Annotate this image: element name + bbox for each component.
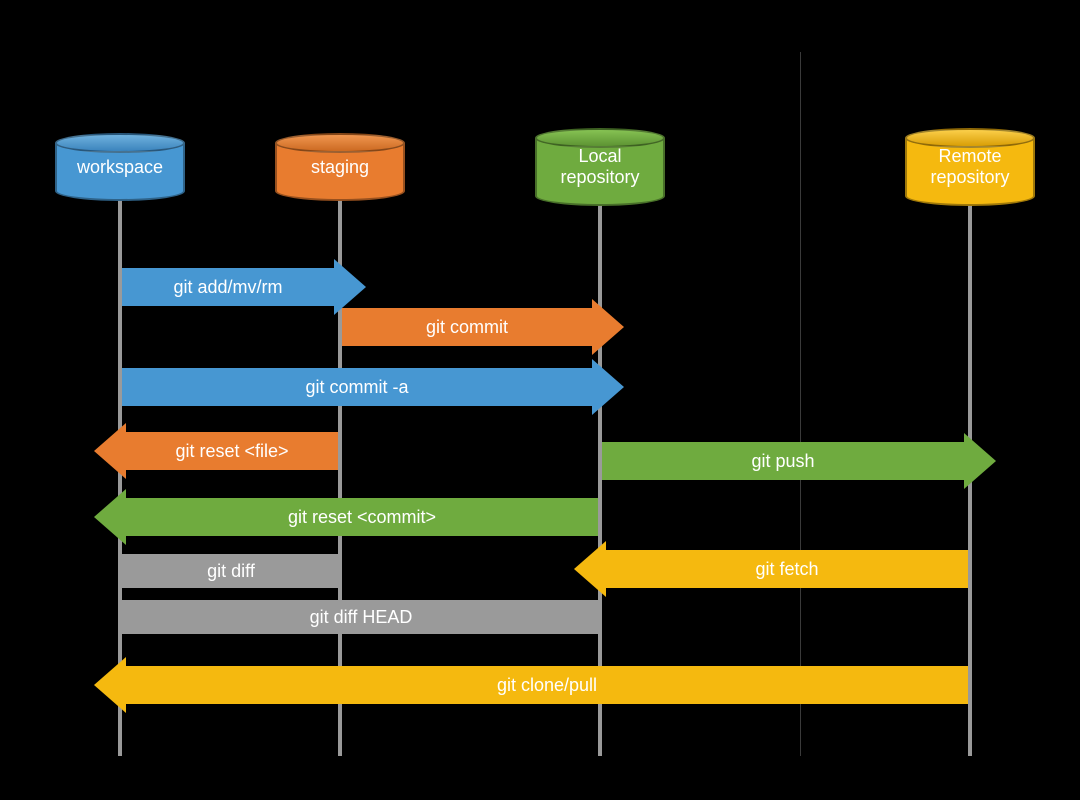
arrow-git-clone-pull: git clone/pull	[94, 666, 968, 704]
arrow-git-commit-label: git commit	[426, 317, 508, 338]
arrow-git-push-label: git push	[751, 451, 814, 472]
node-staging: staging	[275, 133, 405, 201]
local-remote-separator	[800, 52, 801, 756]
node-local-label: Local repository	[560, 146, 639, 187]
arrow-git-fetch-label: git fetch	[755, 559, 818, 580]
git-flow-diagram: workspace staging Local repository Remot…	[0, 0, 1080, 800]
bar-git-diff: git diff	[122, 554, 340, 588]
arrow-git-reset-commit: git reset <commit>	[94, 498, 598, 536]
node-remote: Remote repository	[905, 128, 1035, 206]
arrow-git-reset-file-label: git reset <file>	[175, 441, 288, 462]
node-workspace-label: workspace	[77, 157, 163, 178]
bar-git-diff-head-label: git diff HEAD	[310, 607, 413, 628]
bar-git-diff-head: git diff HEAD	[122, 600, 600, 634]
arrow-git-push: git push	[602, 442, 996, 480]
arrow-git-commit: git commit	[342, 308, 624, 346]
arrow-git-commit-a-label: git commit -a	[305, 377, 408, 398]
arrow-git-reset-file: git reset <file>	[94, 432, 338, 470]
arrow-git-clone-pull-label: git clone/pull	[497, 675, 597, 696]
node-workspace: workspace	[55, 133, 185, 201]
arrow-git-add: git add/mv/rm	[122, 268, 366, 306]
arrow-git-reset-commit-label: git reset <commit>	[288, 507, 436, 528]
arrow-git-add-label: git add/mv/rm	[173, 277, 282, 298]
node-local: Local repository	[535, 128, 665, 206]
bar-git-diff-label: git diff	[207, 561, 255, 582]
node-remote-label: Remote repository	[930, 146, 1009, 187]
arrow-git-commit-a: git commit -a	[122, 368, 624, 406]
node-staging-label: staging	[311, 157, 369, 178]
arrow-git-fetch: git fetch	[574, 550, 968, 588]
